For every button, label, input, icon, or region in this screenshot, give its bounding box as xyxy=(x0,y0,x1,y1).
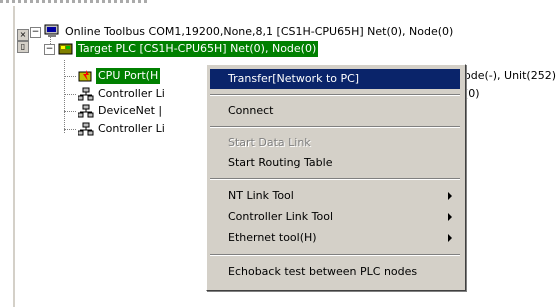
menu-item-connect[interactable]: Connect xyxy=(210,101,460,121)
close-icon[interactable]: × xyxy=(17,29,29,41)
left-panel-divider xyxy=(13,6,15,307)
pin-icon[interactable]: ▯ xyxy=(17,41,29,53)
menu-separator xyxy=(210,254,460,256)
tree-item-label: Target PLC [CS1H-CPU65H] Net(0), Node(0) xyxy=(76,41,319,57)
menu-separator xyxy=(210,94,460,96)
tree-line xyxy=(64,129,76,131)
network-node-icon xyxy=(77,104,94,118)
tree-line xyxy=(64,76,76,78)
tree-item-label: Controller Li xyxy=(98,122,165,135)
tree-line xyxy=(64,60,66,133)
menu-item-ethernet-tool[interactable]: Ethernet tool(H) xyxy=(210,228,460,248)
collapse-toggle-icon[interactable]: − xyxy=(44,44,55,55)
submenu-arrow-icon xyxy=(448,192,452,200)
menu-item-start-routing-table[interactable]: Start Routing Table xyxy=(210,153,460,173)
tree-line xyxy=(64,111,76,113)
tree-item-label: Online Toolbus COM1,19200,None,8,1 [CS1H… xyxy=(65,25,454,38)
menu-separator xyxy=(210,126,460,128)
submenu-arrow-icon xyxy=(448,213,452,221)
menu-item-label: Ethernet tool(H) xyxy=(228,231,317,244)
tree-item-tail: (0) xyxy=(464,87,480,100)
plc-icon xyxy=(58,42,74,56)
network-node-icon xyxy=(77,87,94,101)
context-menu[interactable]: Transfer[Network to PC] Connect Start Da… xyxy=(206,64,466,291)
tree-item-label: DeviceNet | xyxy=(98,104,163,117)
menu-item-start-data-link[interactable]: Start Data Link xyxy=(210,133,460,153)
submenu-arrow-icon xyxy=(448,234,452,242)
computer-icon xyxy=(44,24,60,38)
menu-item-label: NT Link Tool xyxy=(228,189,294,202)
network-port-warning-icon xyxy=(78,69,94,83)
menu-separator xyxy=(210,178,460,180)
network-node-icon xyxy=(77,122,94,136)
tree-item-tail: ode(-), Unit(252) xyxy=(464,69,556,82)
menu-item-nt-link-tool[interactable]: NT Link Tool xyxy=(210,186,460,206)
menu-item-controller-link-tool[interactable]: Controller Link Tool xyxy=(210,207,460,227)
left-panel-edge xyxy=(0,6,14,307)
collapse-toggle-icon[interactable]: − xyxy=(30,27,41,38)
tree-item-label: Controller Li xyxy=(98,87,165,100)
tree-line xyxy=(64,94,76,96)
top-strip xyxy=(0,0,557,6)
tree-item-label: CPU Port(H xyxy=(96,68,161,84)
menu-item-echoback-test[interactable]: Echoback test between PLC nodes xyxy=(210,262,460,282)
menu-item-transfer-network-to-pc[interactable]: Transfer[Network to PC] xyxy=(210,69,460,89)
menu-item-label: Controller Link Tool xyxy=(228,210,333,223)
